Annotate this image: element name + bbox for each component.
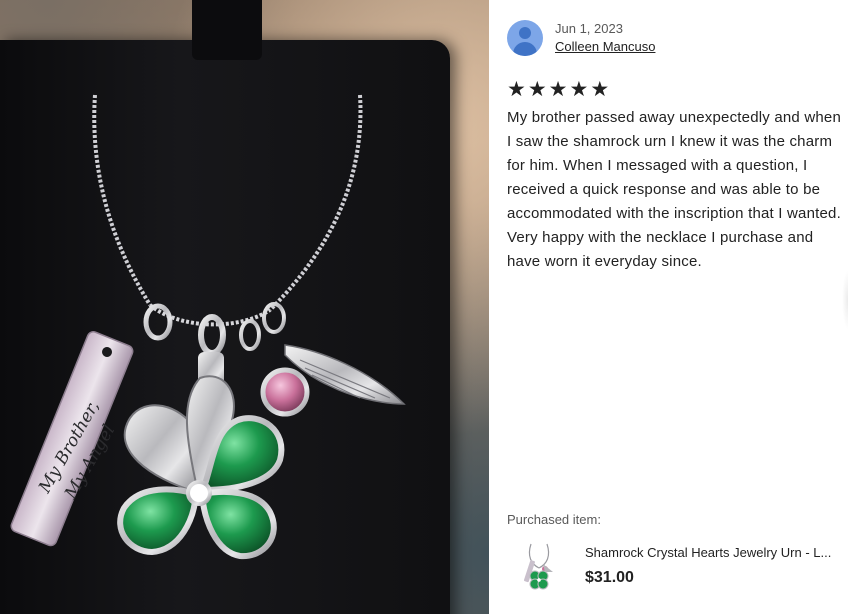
item-price: $31.00 xyxy=(585,569,634,586)
item-title[interactable]: Shamrock Crystal Hearts Jewelry Urn - L.… xyxy=(585,545,848,560)
shamrock-necklace-thumbnail-icon xyxy=(523,543,553,590)
shamrock-urn-charm xyxy=(117,352,285,560)
review-date: Jun 1, 2023 xyxy=(555,21,623,36)
star-icon: ★ xyxy=(507,78,526,101)
star-icon: ★ xyxy=(527,78,547,101)
pink-birthstone xyxy=(260,367,310,417)
carousel-edge-shadow xyxy=(842,270,848,330)
crystal-bail xyxy=(239,319,261,351)
item-thumbnail xyxy=(519,542,559,592)
purchased-item-label: Purchased item: xyxy=(507,512,601,527)
star-icon: ★ xyxy=(569,78,589,101)
reviewer-name-link[interactable]: Colleen Mancuso xyxy=(555,39,655,54)
shamrock-bail xyxy=(198,314,226,356)
necklace-illustration: My Brother, My Angel xyxy=(10,94,406,560)
star-icon: ★ xyxy=(548,78,568,101)
review-text: My brother passed away unexpectedly and … xyxy=(507,109,841,270)
star-icon: ★ xyxy=(590,78,610,101)
review-photo[interactable]: My Brother, My Angel xyxy=(0,0,489,614)
review-panel: Jun 1, 2023 Colleen Mancuso ★ ★ ★ ★ ★ My… xyxy=(489,0,848,614)
chain-right xyxy=(268,94,363,312)
reviewer-avatar[interactable] xyxy=(507,20,543,56)
avatar-shoulders-shape xyxy=(513,42,537,56)
star-rating: ★ ★ ★ ★ ★ xyxy=(507,78,610,101)
avatar-head-shape xyxy=(519,27,531,39)
chain-left xyxy=(92,94,152,307)
bar-bail xyxy=(143,303,173,341)
purchased-item-link[interactable]: Shamrock Crystal Hearts Jewelry Urn - L.… xyxy=(507,536,848,596)
